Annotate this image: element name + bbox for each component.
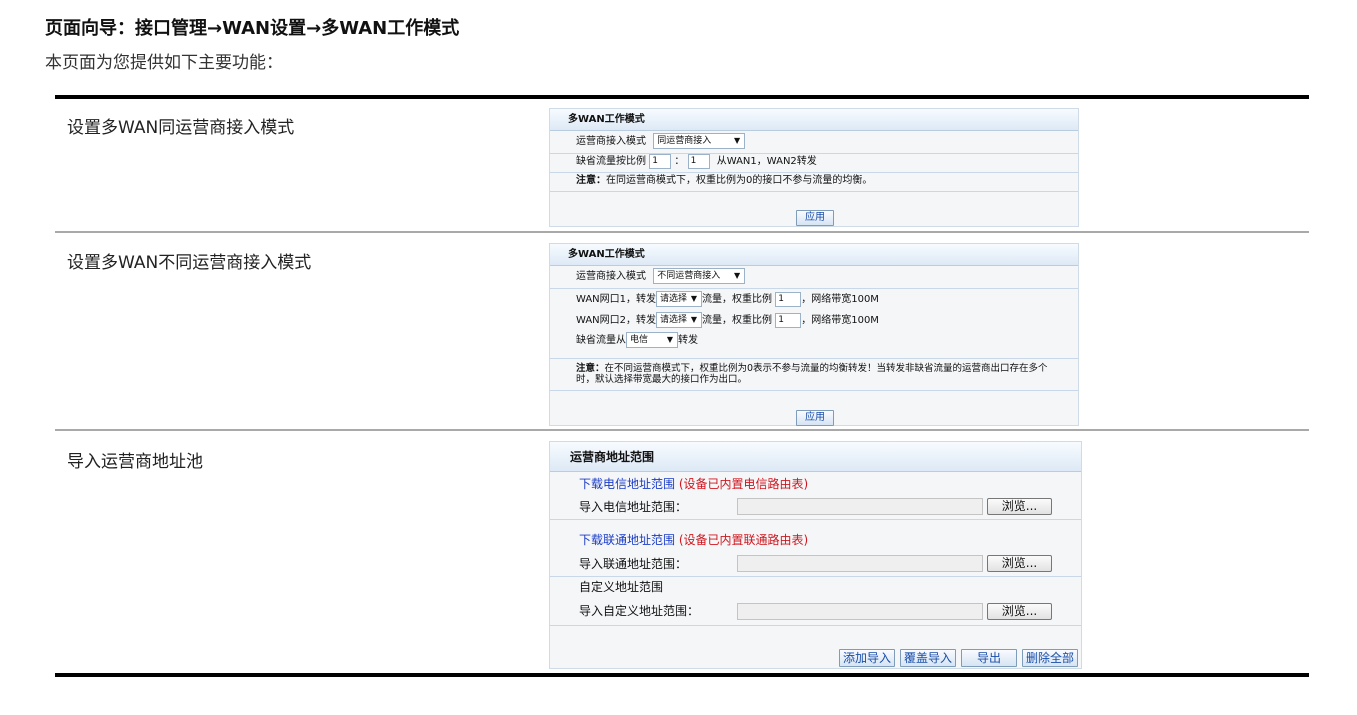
mode-select[interactable]: 不同运营商接入 ▼ <box>653 268 746 284</box>
wan2-isp-select-value: 请选择 <box>660 315 688 325</box>
unicom-builtin-note: (设备已内置联通路由表) <box>678 533 809 547</box>
wan1-isp-select[interactable]: 请选择 ▼ <box>656 291 703 307</box>
mode-row: 运营商接入模式 同运营商接入 ▼ <box>576 133 746 151</box>
panel-isp-address-range: 运营商地址范围 下载电信地址范围 (设备已内置电信路由表) 导入电信地址范围： … <box>549 441 1082 669</box>
wan2-prefix: WAN网口2，转发 <box>576 315 657 326</box>
wan1-weight-input[interactable]: 1 <box>775 291 802 307</box>
custom-browse-button[interactable]: 浏览... <box>987 603 1052 620</box>
divider <box>550 288 1078 289</box>
ratio-row: 缺省流量按比例 1 ： 1 从WAN1，WAN2转发 <box>576 153 817 171</box>
custom-range-title: 自定义地址范围 <box>579 580 664 594</box>
ratio-input-wan1[interactable]: 1 <box>649 153 672 169</box>
mode-select[interactable]: 同运营商接入 ▼ <box>653 133 746 149</box>
custom-file-input[interactable] <box>737 603 983 620</box>
download-unicom-link[interactable]: 下载联通地址范围 <box>579 533 675 547</box>
row-divider <box>55 429 1309 431</box>
ratio-label: 缺省流量按比例 <box>576 156 646 167</box>
default-suffix: 转发 <box>678 335 698 346</box>
overwrite-import-button[interactable]: 覆盖导入 <box>900 649 956 667</box>
ratio-input-wan2[interactable]: 1 <box>687 153 710 169</box>
chevron-down-icon: ▼ <box>734 271 741 280</box>
unicom-import-label: 导入联通地址范围： <box>579 557 688 571</box>
chevron-down-icon: ▼ <box>666 335 673 344</box>
telecom-browse-button[interactable]: 浏览... <box>987 498 1052 515</box>
mode-row: 运营商接入模式 不同运营商接入 ▼ <box>576 268 746 286</box>
mode-label: 运营商接入模式 <box>576 271 646 282</box>
divider <box>550 625 1081 626</box>
telecom-import-label: 导入电信地址范围： <box>579 500 688 514</box>
delete-all-button[interactable]: 删除全部 <box>1022 649 1078 667</box>
row-label-diff-isp: 设置多WAN不同运营商接入模式 <box>67 253 312 273</box>
intro-text: 本页面为您提供如下主要功能： <box>45 53 283 73</box>
note-text: 在同运营商模式下，权重比例为0的接口不参与流量的均衡。 <box>606 175 873 186</box>
unicom-file-input[interactable] <box>737 555 983 572</box>
divider <box>550 519 1081 520</box>
export-button[interactable]: 导出 <box>961 649 1017 667</box>
wan1-suffix: ，网络带宽100M <box>801 294 879 305</box>
note-block: 注意：在不同运营商模式下，权重比例为0表示不参与流量的均衡转发！当转发非缺省流量… <box>576 363 1048 385</box>
panel-diff-isp-mode: 多WAN工作模式 运营商接入模式 不同运营商接入 ▼ WAN网口1，转发 请选择 ▼ 流… <box>549 243 1079 426</box>
add-import-button[interactable]: 添加导入 <box>839 649 895 667</box>
unicom-download-row: 下载联通地址范围 (设备已内置联通路由表) <box>579 530 808 550</box>
wan2-isp-select[interactable]: 请选择 ▼ <box>656 312 703 328</box>
row-label-same-isp: 设置多WAN同运营商接入模式 <box>67 118 295 138</box>
page-title: 页面向导：接口管理→WAN设置→多WAN工作模式 <box>45 18 460 39</box>
default-prefix: 缺省流量从 <box>576 335 626 346</box>
default-isp-select-value: 电信 <box>630 335 649 345</box>
note-label: 注意： <box>576 363 605 374</box>
unicom-browse-button[interactable]: 浏览... <box>987 555 1052 572</box>
default-traffic-row: 缺省流量从 电信 ▼ 转发 <box>576 332 698 350</box>
chevron-down-icon: ▼ <box>690 315 698 324</box>
apply-button[interactable]: 应用 <box>796 210 834 226</box>
row-label-isp-pool: 导入运营商地址池 <box>67 452 203 472</box>
wan2-suffix: ，网络带宽100M <box>801 315 879 326</box>
chevron-down-icon: ▼ <box>734 136 741 145</box>
note-row: 注意：在同运营商模式下，权重比例为0的接口不参与流量的均衡。 <box>576 172 872 190</box>
wan1-isp-select-value: 请选择 <box>660 294 688 304</box>
ratio-suffix: 从WAN1，WAN2转发 <box>716 156 817 167</box>
wan1-mid: 流量，权重比例 <box>702 294 773 305</box>
apply-button[interactable]: 应用 <box>796 410 834 426</box>
note-label: 注意： <box>576 175 606 186</box>
wan2-row: WAN网口2，转发 请选择 ▼ 流量，权重比例 1 ，网络带宽100M <box>576 312 879 330</box>
table-bottom-border <box>55 673 1309 677</box>
wan1-prefix: WAN网口1，转发 <box>576 294 657 305</box>
download-telecom-link[interactable]: 下载电信地址范围 <box>579 477 675 491</box>
default-isp-select[interactable]: 电信 ▼ <box>626 332 678 348</box>
wan2-mid: 流量，权重比例 <box>702 315 773 326</box>
table-top-border <box>55 95 1309 99</box>
ratio-colon: ： <box>674 156 685 167</box>
telecom-builtin-note: (设备已内置电信路由表) <box>678 477 809 491</box>
chevron-down-icon: ▼ <box>690 294 698 303</box>
note-line-2: 时，默认选择带宽最大的接口作为出口。 <box>576 374 748 385</box>
row-divider <box>55 231 1309 233</box>
telecom-download-row: 下载电信地址范围 (设备已内置电信路由表) <box>579 474 808 494</box>
panel-title: 运营商地址范围 <box>550 442 1081 472</box>
wan1-row: WAN网口1，转发 请选择 ▼ 流量，权重比例 1 ，网络带宽100M <box>576 291 879 309</box>
mode-select-value: 不同运营商接入 <box>657 271 721 281</box>
telecom-file-input[interactable] <box>737 498 983 515</box>
divider <box>550 358 1078 359</box>
note-line-1: 在不同运营商模式下，权重比例为0表示不参与流量的均衡转发！当转发非缺省流量的运营… <box>604 363 1048 374</box>
divider <box>550 390 1078 391</box>
divider <box>550 191 1078 192</box>
mode-select-value: 同运营商接入 <box>657 136 712 146</box>
panel-title: 多WAN工作模式 <box>550 109 1078 131</box>
custom-import-label: 导入自定义地址范围： <box>579 604 700 618</box>
mode-label: 运营商接入模式 <box>576 136 646 147</box>
panel-same-isp-mode: 多WAN工作模式 运营商接入模式 同运营商接入 ▼ 缺省流量按比例 1 ： 1 从… <box>549 108 1079 227</box>
wan2-weight-input[interactable]: 1 <box>775 312 802 328</box>
panel-title: 多WAN工作模式 <box>550 244 1078 266</box>
